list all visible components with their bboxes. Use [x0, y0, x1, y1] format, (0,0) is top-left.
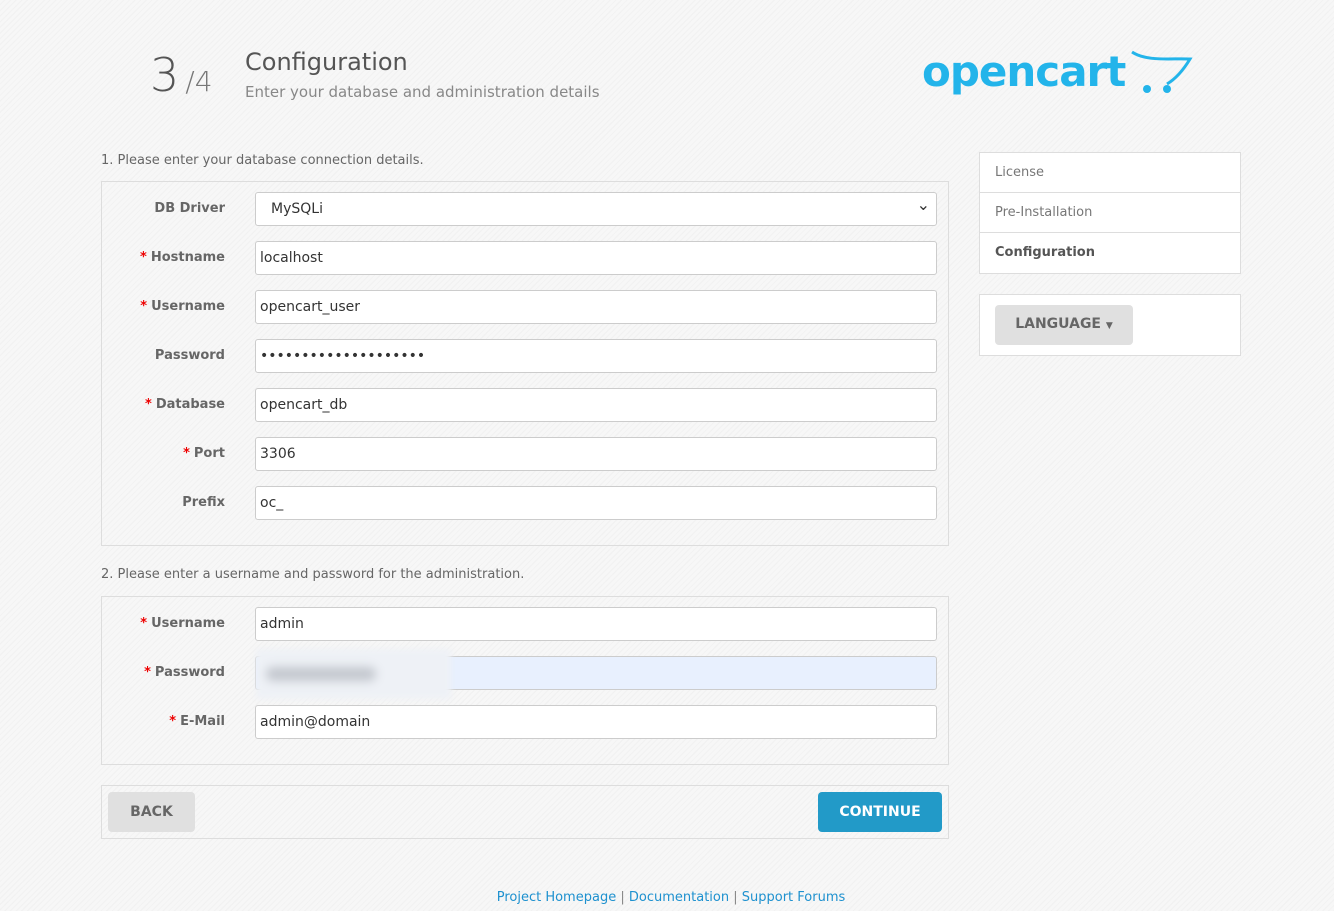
svg-text:opencart: opencart — [922, 47, 1126, 96]
db-row-username: * Username opencart_user — [102, 290, 948, 324]
label-text: E-Mail — [180, 714, 225, 729]
db-row-password: Password •••••••••••••••••••• — [102, 339, 948, 373]
language-label: LANGUAGE — [1015, 316, 1101, 332]
label-text: Prefix — [182, 495, 225, 510]
footer-separator: | — [733, 890, 738, 905]
db-port-input[interactable]: 3306 — [255, 437, 937, 471]
step-number: 3 — [150, 48, 180, 102]
nav-configuration[interactable]: Configuration — [980, 233, 1240, 273]
db-database-input[interactable]: opencart_db — [255, 388, 937, 422]
step-total: /4 — [185, 65, 213, 98]
continue-button[interactable]: CONTINUE — [818, 792, 942, 832]
db-row-hostname: * Hostname localhost — [102, 241, 948, 275]
field-label: * Database — [145, 397, 225, 412]
db-username-input[interactable]: opencart_user — [255, 290, 937, 324]
field-label: * Password — [144, 665, 225, 680]
support-forums-link[interactable]: Support Forums — [742, 890, 846, 905]
db-section-heading: 1. Please enter your database connection… — [101, 153, 424, 168]
input-value: •••••••••••••••••••• — [260, 348, 426, 364]
required-asterisk: * — [144, 665, 151, 680]
label-text: Port — [193, 446, 225, 461]
required-asterisk: * — [140, 616, 148, 631]
db-row-database: * Database opencart_db — [102, 388, 948, 422]
input-value: oc_ — [260, 495, 284, 511]
required-asterisk: * — [145, 397, 152, 412]
admin-panel: * Username admin * Password * E-Mail admin@doma… — [101, 596, 949, 765]
nav-pre-installation[interactable]: Pre-Installation — [980, 193, 1240, 233]
input-value: admin@domain — [260, 714, 371, 730]
db-row-db-driver: DB Driver MySQLi — [102, 192, 948, 226]
required-asterisk: * — [169, 714, 177, 729]
input-value: MySQLi — [271, 201, 323, 217]
db-db-driver-select[interactable]: MySQLi — [255, 192, 937, 226]
db-panel: DB DriverMySQLi*Hostnamelocalhost*Userna… — [101, 181, 949, 546]
db-row-port: * Port 3306 — [102, 437, 948, 471]
step-indicator: 3/4 — [150, 48, 213, 102]
field-label: DB Driver — [154, 201, 225, 216]
db-hostname-input[interactable]: localhost — [255, 241, 937, 275]
redacted-blur — [256, 649, 451, 699]
field-label: * Username — [140, 616, 225, 631]
language-panel: LANGUAGE ▼ — [979, 294, 1241, 356]
nav-license[interactable]: License — [980, 153, 1240, 193]
field-label: Prefix — [182, 495, 225, 510]
admin-e-mail-input[interactable]: admin@domain — [255, 705, 937, 739]
required-asterisk: * — [140, 250, 147, 265]
admin-row-username: * Username admin — [102, 607, 948, 641]
field-label: Password — [155, 348, 225, 363]
field-label: * E-Mail — [169, 714, 225, 729]
language-dropdown-button[interactable]: LANGUAGE ▼ — [995, 305, 1133, 345]
input-value: admin — [260, 616, 304, 632]
input-value: localhost — [260, 250, 323, 266]
steps-nav: License Pre-Installation Configuration — [979, 152, 1241, 274]
page-subtitle: Enter your database and administration d… — [245, 83, 600, 101]
required-asterisk: * — [183, 446, 190, 461]
input-value: opencart_db — [260, 397, 348, 413]
db-password-input[interactable]: •••••••••••••••••••• — [255, 339, 937, 373]
label-text: Password — [154, 348, 225, 363]
label-text: Username — [151, 616, 225, 631]
button-bar: BACK CONTINUE — [101, 785, 949, 839]
admin-row-e-mail: * E-Mail admin@domain — [102, 705, 948, 739]
footer-separator: | — [620, 890, 625, 905]
back-button[interactable]: BACK — [108, 792, 195, 832]
label-text: Hostname — [150, 250, 225, 265]
project-homepage-link[interactable]: Project Homepage — [497, 890, 616, 905]
footer: Project Homepage | Documentation | Suppo… — [0, 890, 1334, 905]
admin-username-input[interactable]: admin — [255, 607, 937, 641]
opencart-logo: opencart — [922, 47, 1193, 96]
field-label: * Username — [140, 299, 225, 314]
field-label: * Port — [183, 446, 225, 461]
input-value: 3306 — [260, 446, 296, 462]
db-prefix-input[interactable]: oc_ — [255, 486, 937, 520]
label-text: Username — [151, 299, 225, 314]
admin-password-input[interactable] — [255, 649, 937, 699]
label-text: Password — [154, 665, 225, 680]
db-row-prefix: Prefix oc_ — [102, 486, 948, 520]
label-text: DB Driver — [154, 201, 225, 216]
admin-row-password: * Password — [102, 649, 948, 699]
documentation-link[interactable]: Documentation — [629, 890, 729, 905]
input-value: opencart_user — [260, 299, 360, 315]
page-title: Configuration — [245, 48, 408, 76]
required-asterisk: * — [140, 299, 148, 314]
field-label: * Hostname — [140, 250, 225, 265]
admin-section-heading: 2. Please enter a username and password … — [101, 567, 525, 582]
label-text: Database — [155, 397, 225, 412]
caret-down-icon: ▼ — [1105, 321, 1113, 331]
